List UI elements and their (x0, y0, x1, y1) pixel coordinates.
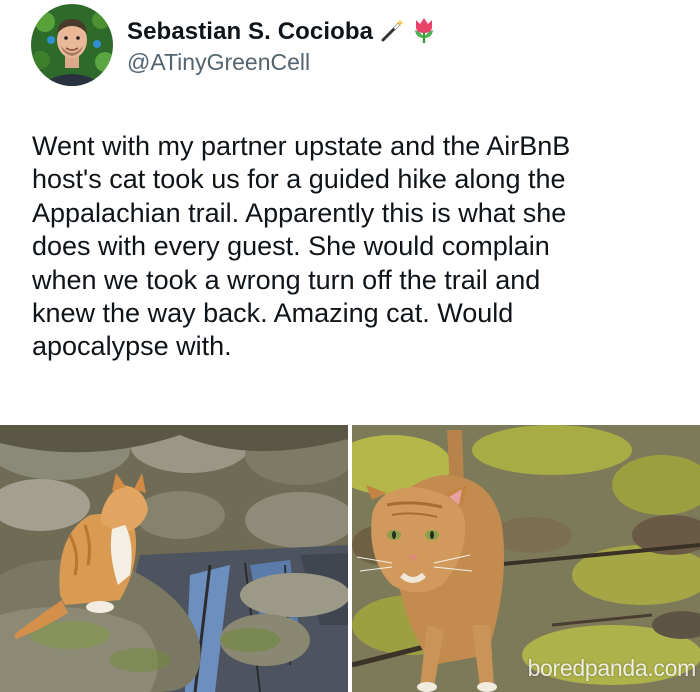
tweet-header: Sebastian S. Cocioba @ATinyGreenCell (31, 4, 671, 88)
author-handle[interactable]: @ATinyGreenCell (127, 49, 310, 76)
author-name-row[interactable]: Sebastian S. Cocioba (127, 16, 437, 48)
tweet-line: apocalypse with. (32, 331, 232, 362)
tweet-line: host's cat took us for a guided hike alo… (32, 164, 566, 195)
photo-cat-on-trail[interactable]: boredpanda.com (352, 425, 700, 692)
tweet-text: Went with my partner upstate and the Air… (32, 130, 682, 364)
tweet-line: Appalachian trail. Apparently this is wh… (32, 197, 567, 228)
tulip-icon (411, 16, 437, 49)
author-name[interactable]: Sebastian S. Cocioba (127, 18, 373, 46)
tweet-line: knew the way back. Amazing cat. Would (32, 298, 514, 329)
photo-cat-on-rock[interactable] (0, 425, 348, 692)
tweet-line: when we took a wrong turn off the trail … (32, 264, 541, 295)
wand-icon (379, 17, 405, 48)
tweet-line: does with every guest. She would complai… (32, 231, 550, 262)
watermark-text: boredpanda.com (527, 655, 697, 681)
avatar[interactable] (31, 4, 113, 86)
tweet-line: Went with my partner upstate and the Air… (32, 131, 571, 161)
